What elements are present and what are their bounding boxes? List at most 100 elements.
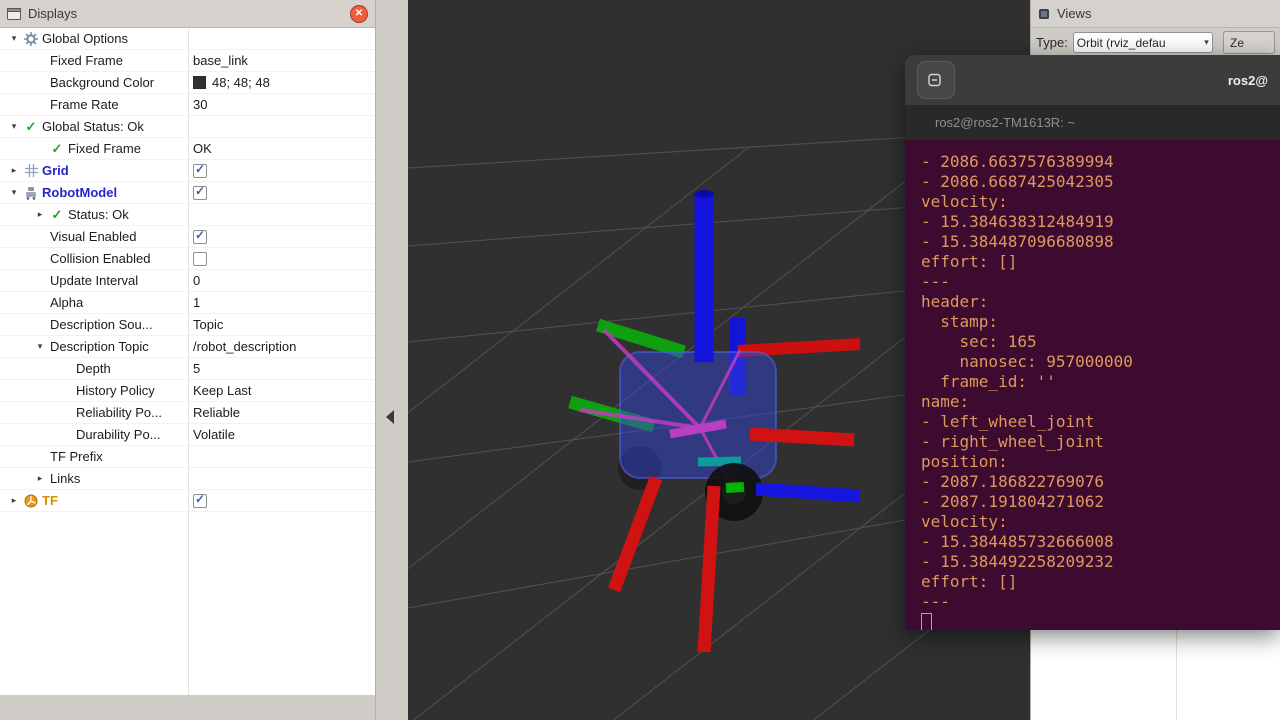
color-swatch (193, 76, 206, 89)
views-type-row: Type: Orbit (rviz_defau ▾ Ze (1031, 28, 1280, 57)
property-name-cell: Update Interval (0, 273, 188, 288)
property-row[interactable]: Description Sou...Topic (0, 314, 375, 336)
property-value-cell[interactable]: 1 (188, 295, 375, 310)
expanded-arrow-icon[interactable]: ▾ (6, 33, 22, 44)
property-value: base_link (193, 53, 248, 68)
property-row[interactable]: ▸TF (0, 490, 375, 512)
collapsed-arrow-icon[interactable]: ▸ (6, 495, 22, 506)
y-axis-cylinder (726, 487, 744, 488)
property-label: Reliability Po... (76, 405, 162, 420)
terminal-prompt-line (921, 612, 1280, 630)
displays-panel: Displays ✕ ▾Global OptionsFixed Framebas… (0, 0, 376, 720)
robot-icon (22, 186, 40, 200)
property-name-cell: TF Prefix (0, 449, 188, 464)
terminal-line: effort: [] (921, 252, 1280, 272)
property-label: Fixed Frame (68, 141, 141, 156)
property-row[interactable]: ▸✓Status: Ok (0, 204, 375, 226)
property-name-cell: Visual Enabled (0, 229, 188, 244)
property-row[interactable]: ▾Description Topic/robot_description (0, 336, 375, 358)
property-label: Collision Enabled (50, 251, 150, 266)
property-row[interactable]: Background Color 48; 48; 48 (0, 72, 375, 94)
property-row[interactable]: ▾✓Global Status: Ok (0, 116, 375, 138)
terminal-tab[interactable]: ros2@ros2-TM1613R: ~ (905, 115, 1075, 130)
terminal-output[interactable]: - 2086.6637576389994- 2086.6687425042305… (905, 140, 1280, 630)
property-value-cell[interactable]: Volatile (188, 427, 375, 442)
property-row[interactable]: History Policy Keep Last (0, 380, 375, 402)
robot-icon (24, 186, 38, 200)
property-row[interactable]: ▸Links (0, 468, 375, 490)
property-value-cell[interactable] (188, 186, 375, 200)
property-row[interactable]: Reliability Po... Reliable (0, 402, 375, 424)
property-value-cell[interactable]: 0 (188, 273, 375, 288)
expanded-arrow-icon[interactable]: ▾ (6, 187, 22, 198)
panel-splitter[interactable] (376, 0, 408, 720)
terminal-tabbar: ros2@ros2-TM1613R: ~ (905, 105, 1280, 140)
property-row[interactable]: ▸ Grid (0, 160, 375, 182)
property-row[interactable]: Frame Rate30 (0, 94, 375, 116)
property-label: Update Interval (50, 273, 138, 288)
property-row[interactable]: ✓Fixed FrameOK (0, 138, 375, 160)
property-value-cell[interactable]: /robot_description (188, 339, 375, 354)
property-row[interactable]: ▾RobotModel (0, 182, 375, 204)
property-value-cell[interactable]: Reliable (188, 405, 375, 420)
gear-icon (24, 32, 38, 46)
robot-model (570, 190, 860, 652)
views-type-dropdown[interactable]: Orbit (rviz_defau ▾ (1073, 32, 1213, 53)
check-icon: ✓ (26, 120, 37, 133)
teal-cylinder (698, 461, 741, 462)
property-name-cell: Fixed Frame (0, 53, 188, 68)
new-tab-button[interactable] (917, 61, 955, 99)
check-icon: ✓ (48, 208, 66, 221)
collapse-panel-arrow-icon[interactable] (386, 410, 394, 424)
property-row[interactable]: ▾Global Options (0, 28, 375, 50)
property-name-cell: Description Sou... (0, 317, 188, 332)
property-label: Links (50, 471, 80, 486)
property-row[interactable]: Update Interval 0 (0, 270, 375, 292)
property-value-cell[interactable] (188, 252, 375, 266)
displays-tree: ▾Global Options Fixed Frame base_link Backg… (0, 28, 375, 695)
checkbox-unchecked[interactable] (193, 252, 207, 266)
checkbox-checked[interactable] (193, 230, 207, 244)
property-label: Visual Enabled (50, 229, 137, 244)
property-value: /robot_description (193, 339, 296, 354)
terminal-line: - 2087.191804271062 (921, 492, 1280, 512)
collapsed-arrow-icon[interactable]: ▸ (32, 209, 48, 220)
property-value-cell[interactable] (188, 230, 375, 244)
property-value-cell[interactable]: Keep Last (188, 383, 375, 398)
terminal-titlebar[interactable]: ros2@ (905, 55, 1280, 105)
property-row[interactable]: Fixed Frame base_link (0, 50, 375, 72)
checkbox-checked[interactable] (193, 164, 207, 178)
property-value-cell[interactable]: base_link (188, 53, 375, 68)
property-row[interactable]: TF Prefix (0, 446, 375, 468)
checkbox-checked[interactable] (193, 186, 207, 200)
property-value-cell[interactable]: OK (188, 141, 375, 156)
property-label: History Policy (76, 383, 155, 398)
collapsed-arrow-icon[interactable]: ▸ (6, 165, 22, 176)
property-row[interactable]: Visual Enabled (0, 226, 375, 248)
property-value-cell[interactable]: Topic (188, 317, 375, 332)
property-value-cell[interactable] (188, 164, 375, 178)
property-label: Background Color (50, 75, 154, 90)
expanded-arrow-icon[interactable]: ▾ (6, 121, 22, 132)
terminal-line: sec: 165 (921, 332, 1280, 352)
expanded-arrow-icon[interactable]: ▾ (32, 341, 48, 352)
property-value-cell[interactable] (188, 494, 375, 508)
property-row[interactable]: Collision Enabled (0, 248, 375, 270)
property-row[interactable]: Alpha1 (0, 292, 375, 314)
property-name-cell: ▾Description Topic (0, 339, 188, 354)
tf-icon (22, 494, 40, 508)
property-row[interactable]: Depth5 (0, 358, 375, 380)
property-value-cell[interactable]: 48; 48; 48 (188, 75, 375, 90)
property-name-cell: Frame Rate (0, 97, 188, 112)
terminal-line: name: (921, 392, 1280, 412)
terminal-line: - 15.384492258209232 (921, 552, 1280, 572)
property-row[interactable]: Durability Po...Volatile (0, 424, 375, 446)
terminal-line: - 15.384638312484919 (921, 212, 1280, 232)
displays-close-button[interactable]: ✕ (350, 5, 368, 23)
zero-button[interactable]: Ze (1223, 31, 1275, 54)
checkbox-checked[interactable] (193, 494, 207, 508)
collapsed-arrow-icon[interactable]: ▸ (32, 473, 48, 484)
property-value-cell[interactable]: 30 (188, 97, 375, 112)
property-value-cell[interactable]: 5 (188, 361, 375, 376)
property-label: Grid (42, 163, 69, 178)
